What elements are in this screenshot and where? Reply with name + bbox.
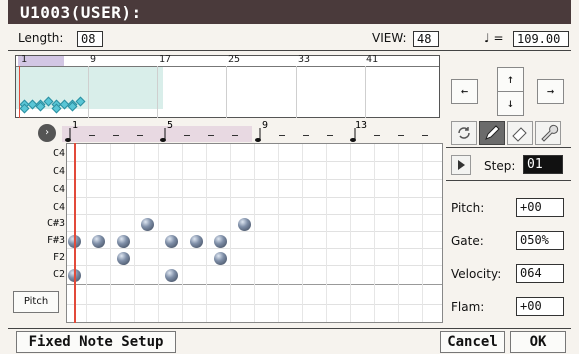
step-sequencer-screen: U1003(USER): Length: 08 VIEW: 48 ♩ = 109… bbox=[0, 0, 579, 354]
arrow-up-icon: ↑ bbox=[506, 72, 515, 86]
note-ball[interactable] bbox=[213, 252, 227, 265]
overview-gridline bbox=[365, 66, 366, 118]
beat-number: 13 bbox=[355, 120, 368, 131]
row-label: C4 bbox=[52, 148, 65, 159]
grid-line bbox=[158, 144, 159, 322]
row-label: C4 bbox=[52, 166, 65, 177]
beat-number: 5 bbox=[167, 120, 174, 131]
note-ball[interactable] bbox=[116, 235, 130, 248]
header-divider bbox=[8, 50, 571, 51]
scroll-right-circle-icon[interactable]: › bbox=[38, 124, 56, 142]
grid-line bbox=[254, 144, 255, 322]
overview-ruler: 1 9 17 25 33 41 bbox=[16, 54, 439, 67]
beat-number: 1 bbox=[72, 120, 79, 131]
grid-line bbox=[182, 144, 183, 322]
param-field-flam[interactable]: +00 bbox=[516, 297, 564, 316]
pencil-tool-button[interactable] bbox=[479, 121, 505, 145]
loop-icon bbox=[458, 127, 470, 139]
length-field[interactable]: 08 bbox=[77, 31, 103, 47]
note-ball[interactable] bbox=[238, 218, 252, 231]
pattern-overview[interactable]: 1 9 17 25 33 41 bbox=[15, 54, 440, 118]
row-label: C4 bbox=[52, 202, 65, 213]
loop-tool-button[interactable] bbox=[451, 121, 477, 145]
overview-ruler-label: 41 bbox=[366, 54, 379, 65]
grid-line bbox=[350, 144, 351, 322]
footer-divider bbox=[8, 328, 571, 329]
note-grid[interactable] bbox=[66, 143, 443, 323]
grid-line bbox=[278, 144, 279, 322]
scroll-down-button[interactable]: ↓ bbox=[497, 91, 524, 116]
pencil-icon bbox=[485, 125, 500, 140]
row-label: C#3 bbox=[46, 218, 65, 229]
playhead bbox=[74, 143, 76, 323]
param-field-pitch[interactable]: +00 bbox=[516, 198, 564, 217]
param-label-pitch: Pitch: bbox=[451, 201, 485, 215]
overview-ruler-label: 25 bbox=[228, 54, 241, 65]
eraser-icon bbox=[512, 127, 527, 142]
overview-gridline bbox=[226, 66, 227, 118]
scroll-up-button[interactable]: ↑ bbox=[497, 67, 524, 92]
param-label-gate: Gate: bbox=[451, 234, 484, 248]
grid-line bbox=[134, 144, 135, 322]
overview-ruler-label: 17 bbox=[159, 54, 172, 65]
fixed-note-setup-button[interactable]: Fixed Note Setup bbox=[16, 331, 176, 353]
row-label: F#3 bbox=[46, 235, 65, 246]
grid-line bbox=[422, 144, 423, 322]
beat-ruler: 1 5 9 13 bbox=[62, 120, 434, 142]
param-label-flam: Flam: bbox=[451, 300, 485, 314]
grid-line bbox=[326, 144, 327, 322]
eraser-tool-button[interactable] bbox=[507, 121, 533, 145]
overview-ruler-label: 1 bbox=[21, 54, 28, 65]
length-label: Length: bbox=[18, 31, 64, 45]
scroll-right-button[interactable]: → bbox=[537, 79, 564, 104]
overview-ruler-label: 9 bbox=[90, 54, 97, 65]
grid-line bbox=[230, 144, 231, 322]
tempo-label: ♩ = bbox=[484, 31, 504, 45]
step-divider bbox=[446, 180, 571, 181]
arrow-down-icon: ↓ bbox=[506, 96, 515, 110]
row-label: C2 bbox=[52, 269, 65, 280]
overview-gridline bbox=[88, 66, 89, 118]
param-field-velocity[interactable]: 064 bbox=[516, 264, 564, 283]
param-label-velocity: Velocity: bbox=[451, 267, 502, 281]
arrow-left-icon: ← bbox=[460, 84, 469, 98]
row-label: C4 bbox=[52, 184, 65, 195]
note-ball[interactable] bbox=[189, 235, 203, 248]
arrow-right-icon: → bbox=[546, 84, 555, 98]
overview-gridline bbox=[157, 66, 158, 118]
grid-line bbox=[302, 144, 303, 322]
wrench-icon bbox=[541, 124, 559, 142]
grid-line bbox=[398, 144, 399, 322]
page-title: U1003(USER): bbox=[20, 3, 142, 22]
param-field-gate[interactable]: 050% bbox=[516, 231, 564, 250]
step-label: Step: bbox=[484, 159, 516, 173]
view-label: VIEW: bbox=[372, 31, 407, 45]
grid-line bbox=[374, 144, 375, 322]
grid-line bbox=[110, 144, 111, 322]
play-step-button[interactable] bbox=[451, 155, 471, 175]
row-label: F2 bbox=[52, 252, 65, 263]
scroll-left-button[interactable]: ← bbox=[451, 79, 478, 104]
cancel-button[interactable]: Cancel bbox=[440, 331, 505, 353]
grid-line bbox=[86, 144, 87, 322]
grid-line bbox=[206, 144, 207, 322]
tempo-field[interactable]: 109.00 bbox=[513, 31, 569, 47]
view-field[interactable]: 48 bbox=[413, 31, 439, 47]
note-ball[interactable] bbox=[116, 252, 130, 265]
beat-number: 9 bbox=[262, 120, 269, 131]
note-ball[interactable] bbox=[140, 218, 154, 231]
title-bar: U1003(USER): bbox=[8, 0, 571, 24]
ok-button[interactable]: OK bbox=[510, 331, 566, 353]
overview-playhead bbox=[19, 66, 20, 118]
pitch-lane-button[interactable]: Pitch bbox=[13, 291, 59, 313]
play-icon bbox=[458, 160, 465, 170]
settings-tool-button[interactable] bbox=[535, 121, 561, 145]
note-ball[interactable] bbox=[213, 235, 227, 248]
step-field[interactable]: 01 bbox=[523, 155, 563, 174]
overview-ruler-label: 33 bbox=[298, 54, 311, 65]
tool-divider bbox=[446, 147, 571, 148]
overview-gridline bbox=[296, 66, 297, 118]
beat-ruler-graphic bbox=[65, 128, 428, 142]
